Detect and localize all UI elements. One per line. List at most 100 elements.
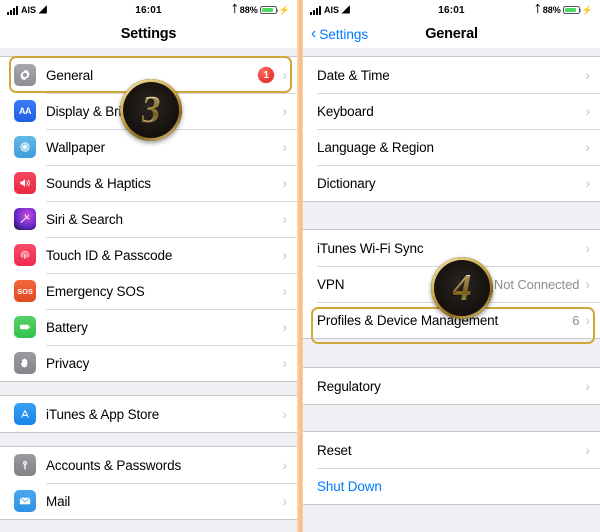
status-bar-left: AIS ◢ 16:01 ᛏ 88% ⚡ — [0, 0, 297, 20]
signal-bars-icon — [7, 5, 18, 15]
gear-icon — [14, 64, 36, 86]
chevron-right-icon: › — [282, 247, 287, 263]
chevron-right-icon: › — [585, 139, 590, 155]
chevron-right-icon: › — [282, 175, 287, 191]
mail-icon — [14, 490, 36, 512]
touch-id-icon — [14, 244, 36, 266]
clock-label: 16:01 — [438, 4, 465, 16]
sidebar-item-label: Battery — [46, 319, 88, 335]
chevron-right-icon: › — [282, 319, 287, 335]
chevron-right-icon: › — [282, 493, 287, 509]
list-item-value: Not Connected — [493, 276, 580, 292]
sidebar-item-itunes-app-store[interactable]: iTunes & App Store › — [0, 396, 297, 432]
sidebar-item-accounts-passwords[interactable]: Accounts & Passwords › — [0, 447, 297, 483]
sidebar-item-mail[interactable]: Mail › — [0, 483, 297, 519]
battery-percent-label: 88% — [239, 5, 258, 15]
sidebar-item-sounds-haptics[interactable]: Sounds & Haptics › — [0, 165, 297, 201]
sidebar-item-label: iTunes & App Store — [46, 406, 160, 422]
app-store-icon — [14, 403, 36, 425]
emergency-sos-icon: SOS — [14, 280, 36, 302]
bluetooth-icon: ᛏ — [231, 4, 238, 15]
list-item-label: Regulatory — [317, 378, 381, 394]
bluetooth-icon: ᛏ — [534, 4, 541, 15]
chevron-right-icon: › — [282, 406, 287, 422]
charging-bolt-icon: ⚡ — [278, 4, 291, 15]
list-item-label: Reset — [317, 442, 352, 458]
sidebar-item-touch-id-passcode[interactable]: Touch ID & Passcode › — [0, 237, 297, 273]
section-gap — [303, 405, 600, 431]
chevron-right-icon: › — [282, 283, 287, 299]
list-item-reset[interactable]: Reset › — [303, 432, 600, 468]
wifi-icon: ◢ — [342, 4, 350, 15]
chevron-right-icon: › — [585, 442, 590, 458]
carrier-label: AIS — [21, 5, 37, 15]
sidebar-item-label: Privacy — [46, 355, 90, 371]
back-button[interactable]: ‹ Settings — [311, 26, 368, 42]
list-item-regulatory[interactable]: Regulatory › — [303, 368, 600, 404]
sidebar-item-label: Siri & Search — [46, 211, 123, 227]
sidebar-item-label: Wallpaper — [46, 139, 105, 155]
status-bar-left-group: AIS ◢ — [7, 5, 135, 15]
signal-bars-icon — [310, 5, 321, 15]
chevron-right-icon: › — [585, 175, 590, 191]
left-phone-settings-screen: AIS ◢ 16:01 ᛏ 88% ⚡ Settings General 1 ›… — [0, 0, 297, 532]
chevron-right-icon: › — [282, 67, 287, 83]
sidebar-item-label: Touch ID & Passcode — [46, 247, 173, 263]
chevron-right-icon: › — [585, 240, 590, 256]
wifi-icon: ◢ — [39, 4, 47, 15]
list-item-label: Shut Down — [317, 478, 382, 494]
chevron-right-icon: › — [282, 457, 287, 473]
chevron-right-icon: › — [282, 103, 287, 119]
sidebar-item-battery[interactable]: Battery › — [0, 309, 297, 345]
list-item-label: Keyboard — [317, 103, 374, 119]
wallpaper-icon — [14, 136, 36, 158]
carrier-label: AIS — [324, 5, 340, 15]
chevron-left-icon: ‹ — [311, 25, 317, 42]
chevron-right-icon: › — [585, 67, 590, 83]
sounds-haptics-icon — [14, 172, 36, 194]
step-badge-ring — [120, 79, 182, 141]
sidebar-item-label: Emergency SOS — [46, 283, 145, 299]
key-icon — [14, 454, 36, 476]
sidebar-item-label: Accounts & Passwords — [46, 457, 182, 473]
list-item-dictionary[interactable]: Dictionary › — [303, 165, 600, 201]
sidebar-item-emergency-sos[interactable]: SOS Emergency SOS › — [0, 273, 297, 309]
chevron-right-icon: › — [585, 103, 590, 119]
back-button-label: Settings — [319, 26, 369, 42]
chevron-right-icon: › — [282, 139, 287, 155]
list-item-date-time[interactable]: Date & Time › — [303, 57, 600, 93]
chevron-right-icon: › — [282, 355, 287, 371]
status-bar-left-group: AIS ◢ — [310, 5, 438, 15]
list-item-label: iTunes Wi-Fi Sync — [317, 240, 424, 256]
step-badge-4: 4 — [431, 257, 493, 319]
chevron-right-icon: › — [282, 211, 287, 227]
clock-label: 16:01 — [135, 4, 162, 16]
list-item-label: Language & Region — [317, 139, 434, 155]
chevron-right-icon: › — [585, 378, 590, 394]
battery-icon — [562, 5, 582, 15]
status-bar-right-group: ᛏ 88% ⚡ — [162, 5, 290, 16]
charging-bolt-icon: ⚡ — [581, 4, 594, 15]
page-title: Settings — [120, 26, 177, 42]
sidebar-item-privacy[interactable]: Privacy › — [0, 345, 297, 381]
sidebar-item-label: Mail — [46, 493, 71, 509]
status-bar-right: AIS ◢ 16:01 ᛏ 88% ⚡ — [303, 0, 600, 20]
section-gap — [0, 433, 297, 446]
list-item-label: Date & Time — [317, 67, 390, 83]
dual-phone-screenshot: AIS ◢ 16:01 ᛏ 88% ⚡ Settings General 1 ›… — [0, 0, 600, 532]
list-item-keyboard[interactable]: Keyboard › — [303, 93, 600, 129]
settings-group-3: Accounts & Passwords › Mail › — [0, 446, 297, 520]
section-gap — [303, 48, 600, 56]
list-item-language-region[interactable]: Language & Region › — [303, 129, 600, 165]
status-bar-right-group: ᛏ 88% ⚡ — [465, 5, 593, 16]
general-group-4: Reset › Shut Down — [303, 431, 600, 505]
nav-bar-left: Settings — [0, 20, 297, 48]
sidebar-item-siri-search[interactable]: Siri & Search › — [0, 201, 297, 237]
section-gap — [303, 202, 600, 229]
battery-settings-icon — [14, 316, 36, 338]
list-item-shut-down[interactable]: Shut Down — [303, 468, 600, 504]
step-badge-3: 3 — [120, 79, 182, 141]
section-gap — [0, 382, 297, 395]
section-gap — [303, 339, 600, 367]
battery-percent-label: 88% — [542, 5, 561, 15]
